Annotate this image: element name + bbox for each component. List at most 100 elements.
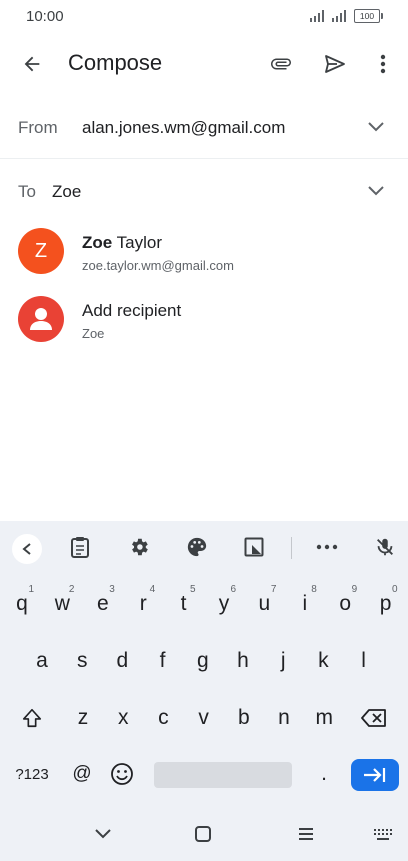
key-label: p	[379, 592, 392, 615]
key-l[interactable]: l	[344, 638, 384, 684]
key-q[interactable]: q1	[2, 581, 42, 627]
key-e[interactable]: e3	[83, 581, 123, 627]
key-label: e	[96, 592, 109, 615]
mic-off-icon	[377, 538, 393, 556]
key-j[interactable]: j	[263, 638, 303, 684]
key-x[interactable]: x	[103, 695, 143, 741]
person-icon	[30, 308, 52, 330]
nav-hide-keyboard-button[interactable]	[88, 821, 118, 847]
suggestion-sub: Zoe	[82, 326, 105, 341]
emoji-key[interactable]	[102, 751, 142, 797]
key-c[interactable]: c	[143, 695, 183, 741]
key-v[interactable]: v	[184, 695, 224, 741]
key-u[interactable]: u7	[244, 581, 284, 627]
from-label: From	[18, 118, 58, 137]
at-key[interactable]: @	[62, 751, 102, 797]
theme-button[interactable]	[185, 535, 209, 559]
key-t[interactable]: t5	[164, 581, 204, 627]
key-r[interactable]: r4	[123, 581, 163, 627]
clipboard-icon	[71, 537, 89, 558]
suggestion-name-match: Zoe	[82, 233, 113, 252]
key-h[interactable]: h	[223, 638, 263, 684]
page-title: Compose	[68, 50, 163, 75]
symbols-key[interactable]: ?123	[12, 751, 52, 797]
signal-icon	[310, 10, 324, 22]
menu-icon	[299, 828, 313, 840]
battery-icon: 100	[354, 9, 383, 23]
key-label: t	[180, 592, 187, 615]
suggestion-name: Add recipient	[82, 301, 182, 320]
key-hint: 9	[351, 584, 358, 595]
key-g[interactable]: g	[183, 638, 223, 684]
to-label: To	[18, 182, 36, 201]
keyboard-row-4: ?123 @ .	[0, 757, 408, 809]
signal-icon-2	[332, 10, 346, 22]
key-hint: 8	[311, 584, 317, 595]
more-button[interactable]	[315, 535, 339, 559]
resize-button[interactable]	[242, 535, 266, 559]
key-b[interactable]: b	[224, 695, 264, 741]
keyboard: q1w2e3r4t5y6u7i8o9p0 asdfghjkl zxcvbnm ?…	[0, 521, 408, 811]
key-z[interactable]: z	[63, 695, 103, 741]
send-icon	[325, 55, 345, 73]
key-hint: 4	[149, 584, 156, 595]
status-bar: 10:00 100	[0, 0, 408, 34]
nav-home-button[interactable]	[188, 821, 218, 847]
key-m[interactable]: m	[304, 695, 344, 741]
navigation-bar	[0, 811, 408, 861]
key-o[interactable]: o9	[325, 581, 365, 627]
shift-key[interactable]	[12, 695, 52, 741]
attach-button[interactable]	[264, 48, 298, 80]
chevron-down-icon	[95, 829, 111, 839]
keyboard-row-1: q1w2e3r4t5y6u7i8o9p0	[0, 581, 408, 633]
key-p[interactable]: p0	[366, 581, 406, 627]
avatar	[18, 296, 64, 342]
key-label: w	[54, 592, 70, 615]
key-d[interactable]: d	[102, 638, 142, 684]
key-a[interactable]: a	[22, 638, 62, 684]
resize-icon	[244, 537, 264, 557]
send-button[interactable]	[318, 48, 352, 80]
backspace-icon	[361, 709, 386, 727]
arrow-back-icon	[24, 56, 40, 72]
key-w[interactable]: w2	[42, 581, 82, 627]
key-label: u	[258, 592, 271, 615]
keyboard-collapse-button[interactable]	[12, 534, 42, 564]
key-label: i	[302, 592, 308, 615]
space-key[interactable]	[154, 762, 292, 788]
to-input[interactable]: Zoe	[52, 182, 81, 202]
key-hint: 6	[230, 584, 236, 595]
clipboard-button[interactable]	[68, 535, 92, 559]
key-label: o	[339, 592, 352, 615]
more-vert-icon	[380, 54, 386, 74]
key-n[interactable]: n	[264, 695, 304, 741]
key-i[interactable]: i8	[285, 581, 325, 627]
key-y[interactable]: y6	[204, 581, 244, 627]
period-key[interactable]: .	[304, 751, 344, 797]
back-button[interactable]	[14, 48, 50, 80]
to-row[interactable]: To Zoe	[0, 160, 408, 222]
settings-button[interactable]	[127, 535, 151, 559]
from-row[interactable]: From alan.jones.wm@gmail.com	[0, 96, 408, 158]
emoji-icon	[111, 763, 133, 785]
key-s[interactable]: s	[62, 638, 102, 684]
voice-input-button[interactable]	[373, 535, 397, 559]
more-options-button[interactable]	[370, 48, 396, 80]
chevron-down-icon[interactable]	[366, 120, 386, 134]
divider	[0, 158, 408, 159]
key-k[interactable]: k	[303, 638, 343, 684]
enter-key[interactable]	[351, 759, 399, 791]
key-hint: 0	[392, 584, 398, 595]
chevron-down-icon[interactable]	[366, 184, 386, 198]
suggestion-name: Zoe Taylor	[82, 233, 162, 253]
backspace-key[interactable]	[354, 695, 394, 741]
suggestion-add-recipient[interactable]: Add recipient Zoe	[0, 288, 408, 352]
key-f[interactable]: f	[143, 638, 183, 684]
nav-recents-button[interactable]	[291, 821, 321, 847]
avatar: Z	[18, 228, 64, 274]
from-value: alan.jones.wm@gmail.com	[82, 118, 286, 137]
app-bar: Compose	[0, 34, 408, 94]
suggestion-zoe-taylor[interactable]: Z Zoe Taylor zoe.taylor.wm@gmail.com	[0, 220, 408, 284]
chevron-left-icon	[22, 543, 31, 555]
nav-keyboard-button[interactable]	[368, 823, 398, 847]
